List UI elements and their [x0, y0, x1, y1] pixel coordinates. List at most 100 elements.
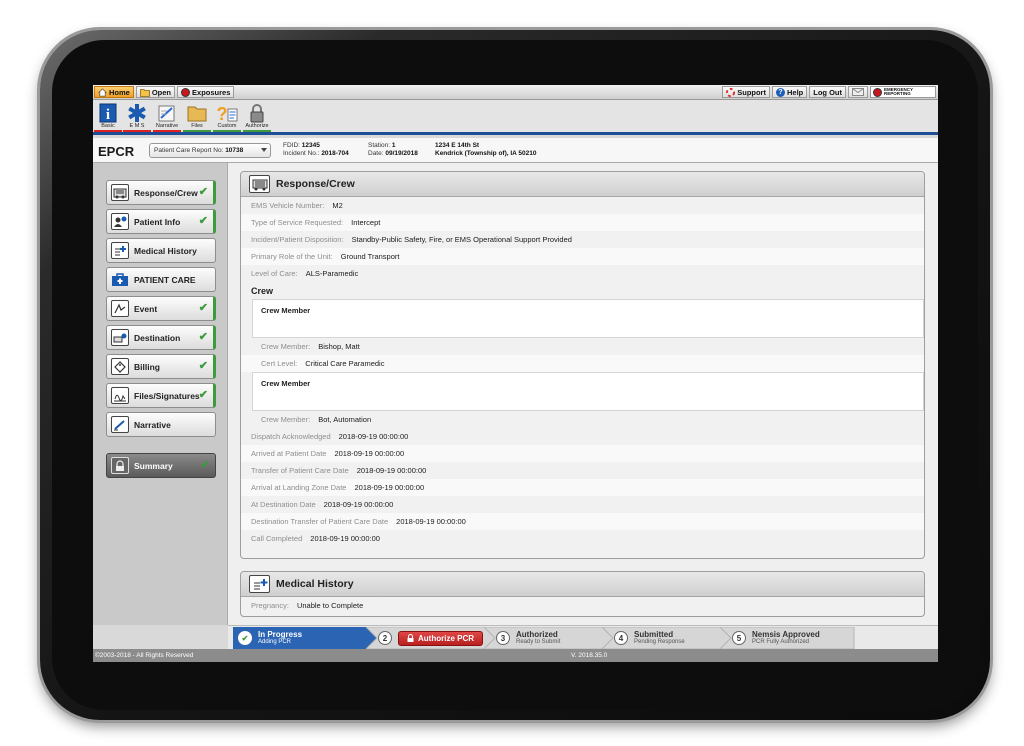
status-step-submitted: 4 Submitted Pending Response [614, 627, 685, 649]
sidebar-item-patient-care[interactable]: PATIENT CARE [106, 267, 216, 292]
menu-bar: Home Open Exposures Support ? Help Log O… [93, 85, 938, 100]
checkmark-icon: ✔ [198, 186, 208, 198]
medical-kit-icon [111, 271, 129, 288]
medical-history-header[interactable]: Medical History [241, 572, 924, 597]
version-text: V. 2018.35.0 [571, 652, 608, 659]
footer: ©2003-2018 - All Rights Reserved V. 2018… [93, 649, 938, 662]
svg-text:?: ? [217, 104, 228, 123]
epcr-header: EPCR Patient Care Report No: 10738 FDID:… [93, 138, 938, 163]
checkmark-circle-icon: ✔ [238, 631, 252, 645]
star-of-life-icon [128, 103, 146, 122]
authorize-pcr-button[interactable]: Authorize PCR [398, 630, 483, 646]
chevron-down-icon [261, 148, 267, 152]
pencil-icon [111, 416, 129, 433]
section-sidebar: Response/Crew ✔ Patient Info ✔ Medical H… [93, 163, 228, 625]
module-toolbar: i Basic E M S Narrative Files ? Custom A… [93, 100, 938, 135]
workflow-status-bar: ✔ In Progress Adding PCR 2 Authorize PCR … [228, 625, 938, 649]
time-row: Dispatch Acknowledged 2018-09-19 00:00:00 [251, 432, 409, 441]
biohazard-icon [181, 87, 191, 97]
station-info: Station: 1 Date: 09/19/2018 [368, 142, 418, 157]
open-menu-button[interactable]: Open [135, 86, 176, 98]
home-menu-button[interactable]: Home [94, 86, 134, 98]
time-row: Arrival at Landing Zone Date 2018-09-19 0… [241, 479, 924, 496]
field-row: Primary Role of the Unit: Ground Transpor… [241, 248, 924, 265]
help-label: Help [786, 87, 804, 97]
help-button[interactable]: ? Help [771, 86, 808, 98]
billing-tag-icon [111, 358, 129, 375]
emergency-reporting-logo: EMERGENCY REPORTING [870, 86, 936, 98]
ems-tool-button[interactable]: E M S [123, 102, 151, 132]
sidebar-item-billing[interactable]: Billing ✔ [106, 354, 216, 379]
support-label: Support [737, 87, 766, 97]
event-icon [111, 300, 129, 317]
destination-icon [111, 329, 129, 346]
status-step-authorize: 2 Authorize PCR [378, 627, 483, 649]
field-row: Level of Care: ALS-Paramedic [251, 269, 359, 278]
exposures-menu-label: Exposures [192, 87, 231, 97]
time-row: Call Completed 2018-09-19 00:00:00 [251, 534, 380, 543]
custom-tool-button[interactable]: ? Custom [213, 102, 241, 132]
logo-emblem-icon [873, 87, 882, 97]
response-crew-header[interactable]: Response/Crew [241, 172, 924, 197]
response-crew-panel: Response/Crew EMS Vehicle Number: M2 Type… [240, 171, 925, 559]
fdid-info: FDID: 12345 Incident No.: 2018-704 [283, 142, 349, 157]
medical-chart-icon [111, 242, 129, 259]
files-tool-button[interactable]: Files [183, 102, 211, 132]
sidebar-item-patient-info[interactable]: Patient Info ✔ [106, 209, 216, 234]
exposures-menu-button[interactable]: Exposures [177, 86, 235, 98]
question-form-icon: ? [217, 104, 238, 123]
info-icon: i [99, 103, 117, 123]
signature-icon [111, 387, 129, 404]
crew-member-card: Crew Member [252, 299, 924, 338]
checkmark-icon: ✔ [198, 302, 208, 314]
narrative-tool-button[interactable]: Narrative [153, 102, 181, 132]
crew-section-title: Crew [251, 285, 274, 296]
svg-text:i: i [106, 107, 110, 123]
authorize-pcr-label: Authorize PCR [418, 633, 474, 643]
sidebar-item-response-crew[interactable]: Response/Crew ✔ [106, 180, 216, 205]
crew-member-card: Crew Member [252, 372, 924, 411]
envelope-icon [852, 88, 864, 96]
time-row: Arrived at Patient Date 2018-09-19 00:00:… [241, 445, 924, 462]
pcr-number-value: 10738 [225, 147, 244, 154]
sidebar-item-summary[interactable]: Summary ✔ [106, 453, 216, 478]
checkmark-icon: ✔ [198, 215, 208, 227]
field-row: Type of Service Requested: Intercept [241, 214, 924, 231]
time-row: At Destination Date 2018-09-19 00:00:00 [251, 500, 394, 509]
status-step-authorized: 3 Authorized Ready to Submit [496, 627, 560, 649]
medical-chart-icon [249, 575, 270, 593]
response-crew-title: Response/Crew [276, 178, 355, 190]
lock-icon [407, 634, 414, 642]
app-screen: Home Open Exposures Support ? Help Log O… [93, 85, 938, 662]
messages-button[interactable] [848, 86, 868, 98]
folder-icon [139, 88, 150, 97]
crew-member-title: Crew Member [261, 305, 311, 315]
field-row: EMS Vehicle Number: M2 [251, 201, 343, 210]
pcr-number-label: Patient Care Report No: [154, 147, 224, 154]
sidebar-item-event[interactable]: Event ✔ [106, 296, 216, 321]
basic-tool-button[interactable]: i Basic [94, 102, 122, 132]
pcr-number-select[interactable]: Patient Care Report No: 10738 [149, 143, 271, 158]
authorize-tool-button[interactable]: Authorize [243, 102, 271, 132]
medical-history-panel: Medical History Pregnancy: Unable to Comp… [240, 571, 925, 617]
checkmark-icon: ✔ [198, 360, 208, 372]
copyright-text: ©2003-2018 - All Rights Reserved [95, 652, 194, 659]
folder-large-icon [187, 106, 207, 121]
checkmark-icon: ✔ [200, 459, 210, 471]
open-menu-label: Open [151, 87, 172, 97]
support-button[interactable]: Support [722, 86, 770, 98]
help-icon: ? [775, 87, 785, 97]
lifebuoy-icon [726, 87, 736, 97]
field-row: Pregnancy: Unable to Complete [251, 601, 364, 610]
time-row: Destination Transfer of Patient Care Dat… [241, 513, 924, 530]
sidebar-item-narrative[interactable]: Narrative [106, 412, 216, 437]
ambulance-icon [249, 175, 270, 193]
ambulance-icon [111, 184, 129, 201]
sidebar-item-destination[interactable]: Destination ✔ [106, 325, 216, 350]
crew-field-row: Crew Member: Bishop, Matt [261, 342, 360, 351]
logout-button[interactable]: Log Out [809, 86, 846, 98]
sidebar-item-files-signatures[interactable]: Files/Signatures ✔ [106, 383, 216, 408]
notepad-icon [158, 105, 175, 121]
sidebar-item-medical-history[interactable]: Medical History [106, 238, 216, 263]
crew-field-row: Crew Member: Bot, Automation [261, 415, 372, 424]
